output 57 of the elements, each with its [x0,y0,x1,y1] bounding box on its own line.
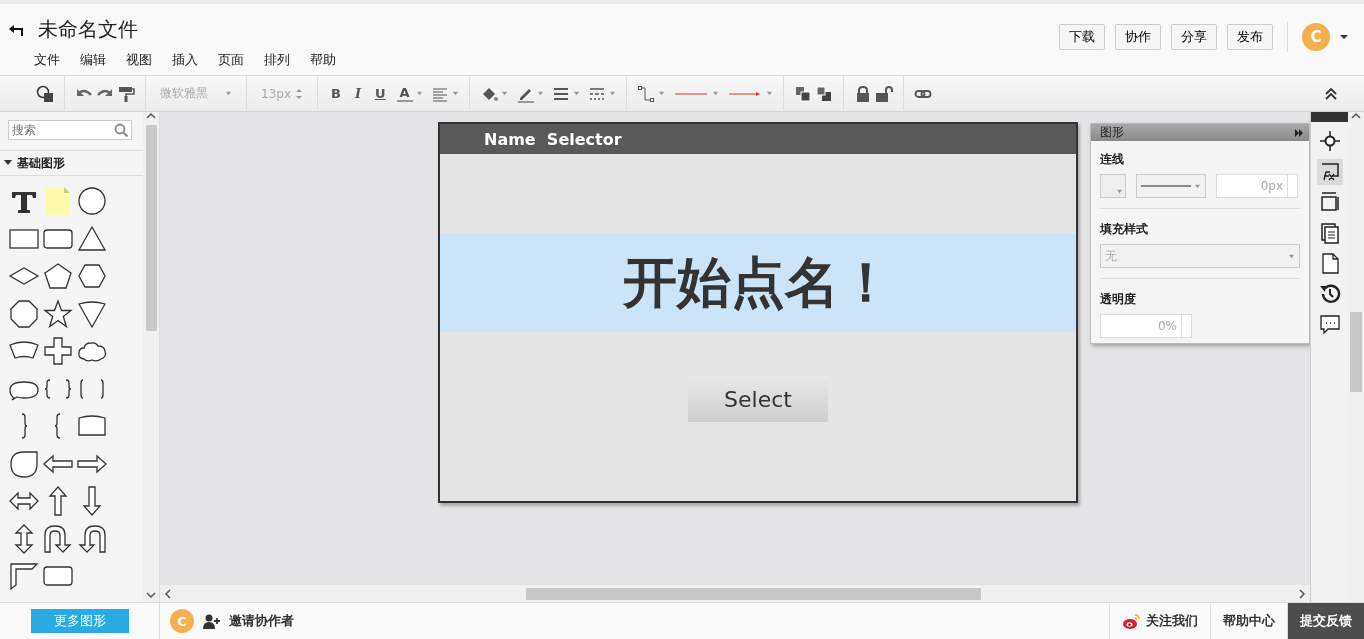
menu-item[interactable]: 帮助 [310,51,336,69]
dropdown-caret-icon[interactable] [1340,32,1348,41]
search-icon[interactable] [114,123,128,137]
u-turn-arrow-icon[interactable] [76,522,108,555]
section-title[interactable]: 基础图形 [17,154,65,172]
add-person-icon[interactable] [202,612,221,630]
double-arrow-icon[interactable] [1295,128,1303,137]
octagon-icon[interactable] [8,297,40,330]
font-color-button[interactable]: A [396,85,413,102]
scrollbar-thumb[interactable] [526,587,981,600]
italic-button[interactable]: I [351,86,364,101]
fill-label: 填充样式 [1100,221,1149,238]
menu-item[interactable]: 视图 [126,51,152,69]
panel-title: 图形 [1100,124,1124,141]
spinner-arrows-icon[interactable] [295,87,303,100]
connector-icon[interactable] [636,84,655,103]
banner-heading: 开始点名！ [440,234,1076,332]
footer-link[interactable]: 提交反馈 [1287,603,1364,639]
header-button[interactable]: 分享 [1171,23,1217,50]
cross-icon[interactable] [42,335,74,367]
format-painter-icon[interactable] [117,84,135,103]
star-icon[interactable] [42,297,74,330]
line-style-icon [1141,182,1191,190]
header-button[interactable]: 下载 [1059,23,1105,50]
send-back-icon[interactable] [814,84,833,103]
u-turn-arrow-icon[interactable] [42,522,74,555]
document-title[interactable]: 未命名文件 [38,16,138,43]
panel-header-strip [1310,112,1349,122]
scroll-right-icon[interactable] [1296,588,1306,599]
header-button[interactable]: 发布 [1227,23,1273,50]
line-style-dropdown[interactable] [1136,174,1206,198]
bring-front-icon[interactable] [793,84,812,103]
scroll-down-icon[interactable] [146,590,157,600]
underline-button[interactable]: U [372,86,389,101]
unlock-icon[interactable] [874,84,893,103]
menu-item[interactable]: 页面 [218,51,244,69]
circle-icon[interactable] [76,185,108,217]
search-field[interactable]: 搜索 [8,120,132,140]
scrollbar-thumb[interactable] [145,125,157,331]
shape-style-icon[interactable] [36,84,54,103]
scroll-left-icon[interactable] [164,588,174,599]
expanded-triangle-icon[interactable] [4,159,12,167]
menu-item[interactable]: 文件 [34,51,60,69]
menu-item[interactable]: 编辑 [80,51,106,69]
invite-link[interactable]: 邀请协作者 [229,612,294,630]
weibo-icon [1122,612,1141,630]
line-color-swatch[interactable] [1100,174,1126,198]
menu-item[interactable]: 排列 [264,51,290,69]
bold-button[interactable]: B [328,86,344,101]
menu-item[interactable]: 插入 [172,51,198,69]
corner-shape-icon[interactable] [8,560,40,592]
line-label: 连线 [1100,151,1125,168]
header-button[interactable]: 协作 [1115,23,1161,50]
footer-link[interactable]: 关注我们 [1109,603,1210,639]
opacity-label: 透明度 [1100,291,1137,308]
window-title: Name Selector [440,124,1076,154]
scrollbar-thumb[interactable] [1350,312,1362,392]
